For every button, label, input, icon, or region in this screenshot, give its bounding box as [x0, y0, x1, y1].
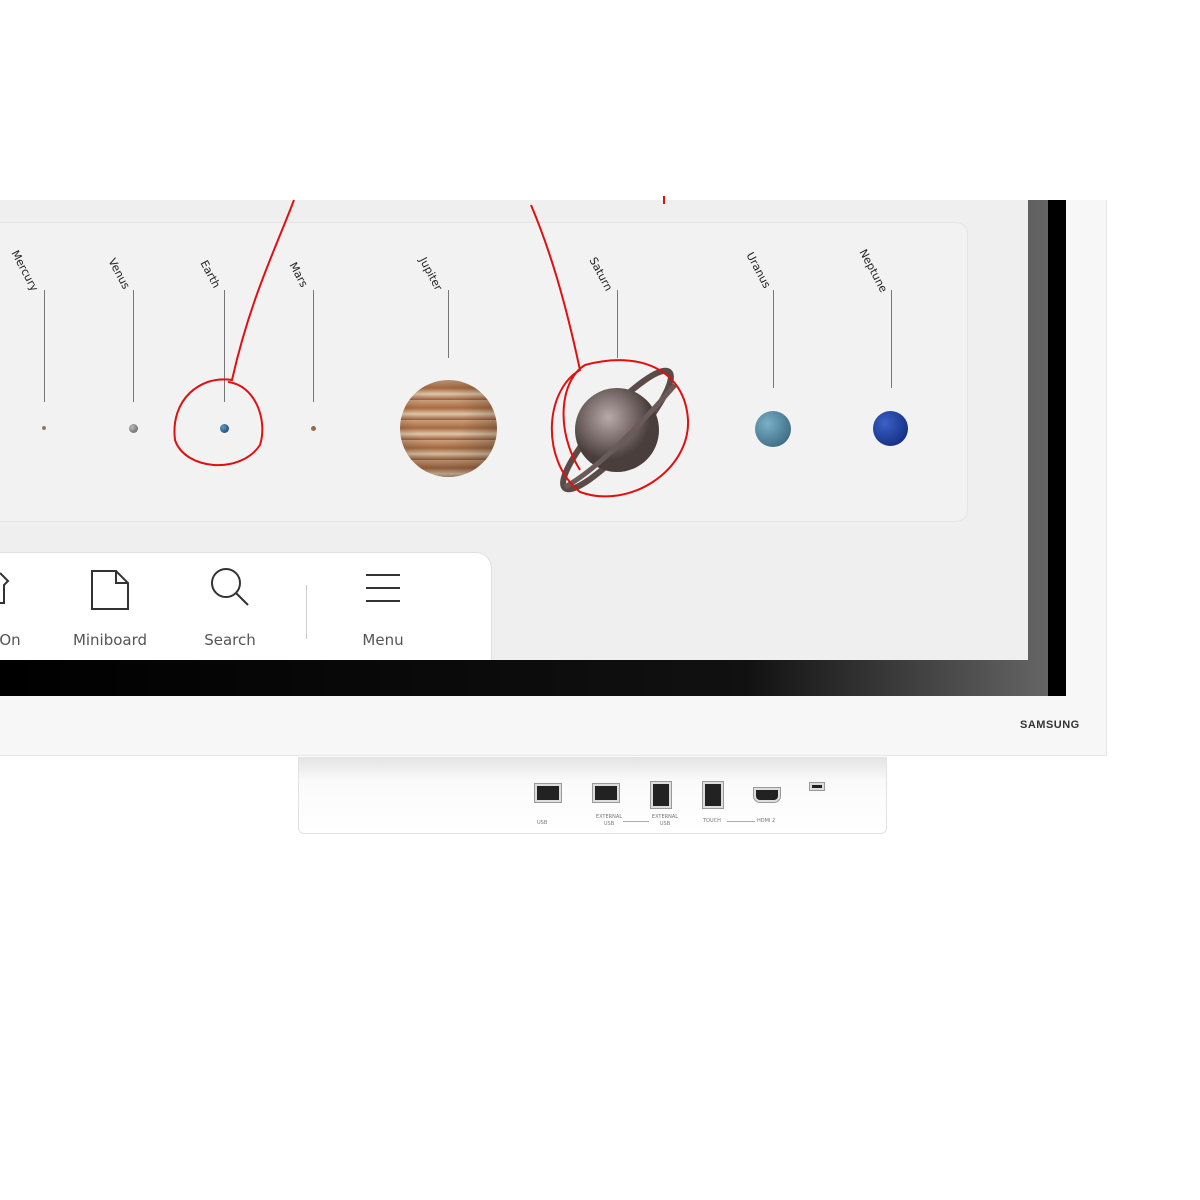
solar-system-card[interactable] — [0, 222, 968, 522]
hdmi-port — [753, 787, 781, 803]
port-group-line — [623, 821, 649, 822]
planet-leader-line — [224, 290, 225, 402]
bottom-toolbar: On Miniboard Search Menu — [0, 552, 492, 660]
touch-usb-port — [702, 781, 724, 809]
planet-venus[interactable] — [129, 424, 138, 433]
port-label: EXTERNAL USB — [595, 814, 623, 827]
planet-saturn[interactable] — [545, 355, 690, 505]
planet-mars[interactable] — [311, 426, 316, 431]
external-usb-port — [592, 783, 620, 803]
toolbar-label: Miniboard — [72, 631, 148, 649]
port-label: EXTERNAL USB — [651, 814, 679, 827]
planet-leader-line — [133, 290, 134, 402]
search-icon — [211, 568, 249, 606]
planet-mercury[interactable] — [42, 426, 46, 430]
hamburger-menu-icon — [366, 574, 400, 602]
port-label: TOUCH — [703, 818, 721, 824]
planet-leader-line — [617, 290, 618, 358]
mini-port — [809, 782, 825, 791]
toolbar-label: Search — [204, 631, 256, 649]
port-group-line — [727, 821, 755, 822]
planet-neptune[interactable] — [873, 411, 908, 446]
port-label: HDMI 2 — [757, 818, 776, 824]
planet-uranus[interactable] — [755, 411, 791, 447]
usb-port — [534, 783, 562, 803]
whiteboard-screen[interactable]: Mercury Venus Earth Mars Jupiter Saturn … — [0, 200, 1028, 660]
port-label: USB — [537, 820, 548, 826]
planet-leader-line — [448, 290, 449, 358]
planet-leader-line — [313, 290, 314, 402]
planet-leader-line — [44, 290, 45, 402]
display-bezel-side — [1048, 200, 1066, 696]
document-icon — [91, 570, 129, 610]
external-usb-b-port — [650, 781, 672, 809]
screen-on-icon — [0, 572, 10, 604]
brand-logo: SAMSUNG — [1020, 719, 1080, 731]
connectivity-tray: USB EXTERNAL USB EXTERNAL USB TOUCH HDMI… — [298, 757, 887, 834]
toolbar-divider — [306, 585, 307, 639]
planet-jupiter[interactable] — [400, 380, 497, 477]
toolbar-label: Menu — [362, 631, 404, 649]
planet-earth[interactable] — [220, 424, 229, 433]
planet-leader-line — [891, 290, 892, 388]
planet-leader-line — [773, 290, 774, 388]
